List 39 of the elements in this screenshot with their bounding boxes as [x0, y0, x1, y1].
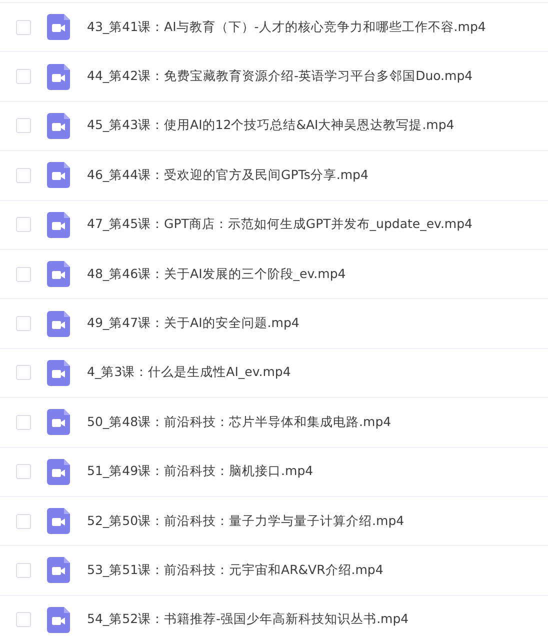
checkbox[interactable] — [16, 118, 31, 134]
file-name[interactable]: 46_第44课：受欢迎的官方及民间GPTs分享.mp4 — [87, 166, 368, 184]
checkbox[interactable] — [16, 217, 31, 232]
file-name[interactable]: 44_第42课：免费宝藏教育资源介绍-英语学习平台多邻国Duo.mp4 — [87, 68, 473, 86]
file-name[interactable]: 53_第51课：前沿科技：元宇宙和AR&VR介绍.mp4 — [87, 562, 384, 579]
video-file-icon — [47, 112, 70, 139]
file-name[interactable]: 52_第50课：前沿科技：量子力学与量子计算介绍.mp4 — [87, 512, 404, 530]
file-name[interactable]: 54_第52课：书籍推荐-强国少年高新科技知识丛书.mp4 — [87, 611, 409, 628]
video-file-icon — [47, 360, 70, 386]
file-name[interactable]: 43_第41课：AI与教育（下）-人才的核心竞争力和哪些工作不容.mp4 — [87, 18, 486, 36]
checkbox[interactable] — [16, 414, 31, 430]
checkbox[interactable] — [16, 464, 31, 480]
video-file-icon — [47, 606, 70, 633]
checkbox[interactable] — [16, 316, 31, 332]
checkbox[interactable] — [16, 20, 31, 35]
checkbox[interactable] — [16, 612, 31, 628]
file-name[interactable]: 49_第47课：关于AI的安全问题.mp4 — [87, 315, 300, 332]
video-file-icon — [47, 409, 70, 436]
file-name[interactable]: 48_第46课：关于AI发展的三个阶段_ev.mp4 — [87, 266, 346, 283]
file-name[interactable]: 47_第45课：GPT商店：示范如何生成GPT并发布_update_ev.mp4 — [87, 216, 472, 234]
file-name[interactable]: 51_第49课：前沿科技：脑机接口.mp4 — [87, 463, 314, 480]
file-name[interactable]: 50_第48课：前沿科技：芯片半导体和集成电路.mp4 — [87, 414, 392, 431]
video-file-icon — [47, 508, 70, 534]
checkbox[interactable] — [16, 168, 31, 183]
file-name[interactable]: 45_第43课：使用AI的12个技巧总结&AI大神吴恩达教写提.mp4 — [87, 117, 454, 134]
video-file-icon — [47, 458, 70, 485]
video-file-icon — [47, 310, 70, 337]
checkbox[interactable] — [16, 365, 31, 380]
video-file-icon — [47, 212, 70, 238]
video-file-icon — [47, 162, 70, 188]
checkbox[interactable] — [16, 266, 31, 282]
video-file-icon — [47, 557, 70, 584]
checkbox[interactable] — [16, 562, 31, 578]
video-file-icon — [47, 261, 70, 288]
video-file-icon — [47, 14, 70, 40]
checkbox[interactable] — [16, 69, 31, 84]
checkbox[interactable] — [16, 514, 31, 529]
file-name[interactable]: 4_第3课：什么是生成性AI_ev.mp4 — [87, 364, 291, 382]
video-file-icon — [47, 64, 70, 90]
